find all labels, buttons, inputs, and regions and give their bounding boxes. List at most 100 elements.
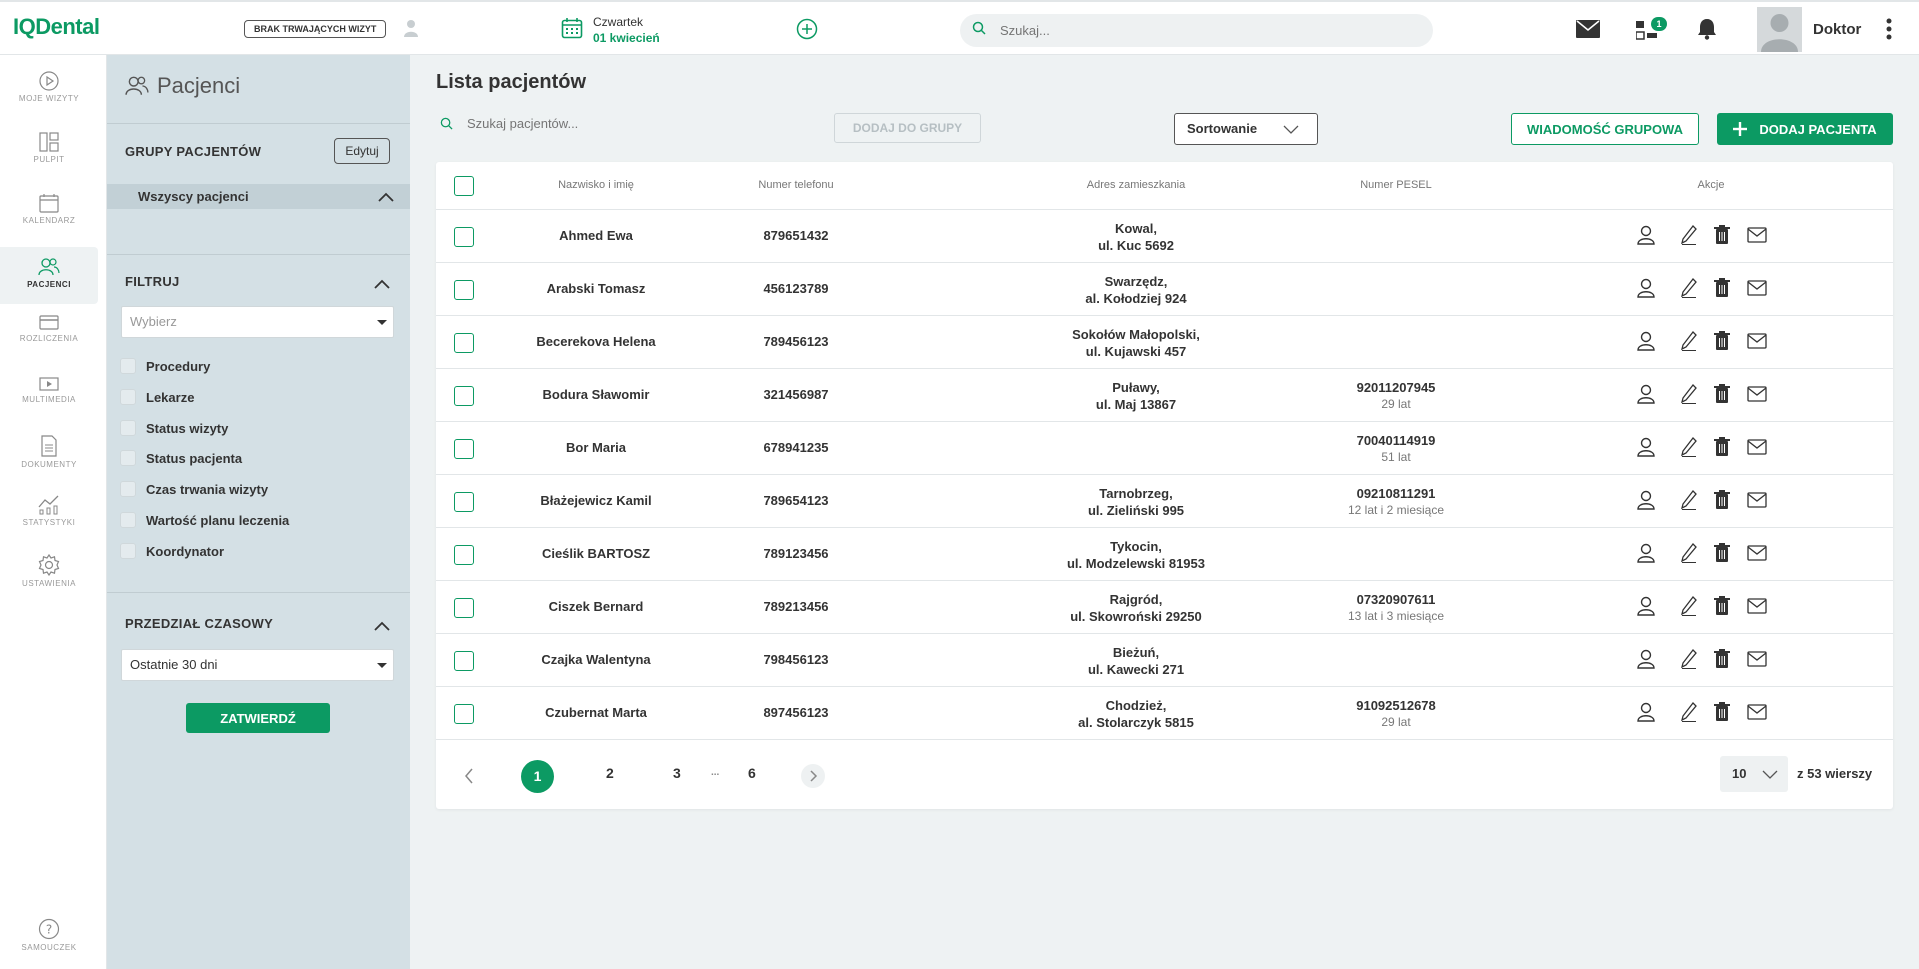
group-all-patients[interactable]: Wszyscy pacjenci (107, 184, 410, 209)
column-header-pesel[interactable]: Numer PESEL (1316, 179, 1476, 191)
patient-name[interactable]: Błażejewicz Kamil (496, 493, 696, 508)
add-visit-icon[interactable] (796, 18, 818, 45)
table-row[interactable]: Błażejewicz Kamil 789654123 Tarnobrzeg, ul.… (436, 475, 1893, 528)
row-checkbox[interactable] (454, 651, 474, 671)
column-header-address[interactable]: Adres zamieszkania (1036, 179, 1236, 191)
edit-pencil-icon[interactable] (1681, 384, 1697, 409)
filter-checkbox[interactable] (120, 512, 136, 528)
delete-trash-icon[interactable] (1714, 702, 1730, 727)
filter-visit-duration[interactable]: Czas trwania wizyty (120, 481, 268, 497)
edit-pencil-icon[interactable] (1681, 543, 1697, 568)
filter-checkbox[interactable] (120, 420, 136, 436)
patient-name[interactable]: Cieślik BARTOSZ (496, 546, 696, 561)
edit-pencil-icon[interactable] (1681, 702, 1697, 727)
patient-profile-icon[interactable] (1636, 702, 1656, 727)
current-date[interactable]: Czwartek 01 kwiecień (561, 14, 660, 46)
table-row[interactable]: Bor Maria 678941235 70040114919 51 lat (436, 422, 1893, 475)
delete-trash-icon[interactable] (1714, 331, 1730, 356)
patient-profile-icon[interactable] (1636, 384, 1656, 409)
group-message-button[interactable]: WIADOMOŚĆ GRUPOWA (1511, 113, 1699, 145)
send-message-icon[interactable] (1747, 386, 1767, 407)
patient-name[interactable]: Becerekova Helena (496, 334, 696, 349)
send-message-icon[interactable] (1747, 439, 1767, 460)
patient-profile-icon[interactable] (1636, 225, 1656, 250)
kebab-menu-icon[interactable] (1886, 18, 1892, 45)
edit-pencil-icon[interactable] (1681, 649, 1697, 674)
chevron-left-icon[interactable] (464, 768, 474, 789)
patient-name[interactable]: Arabski Tomasz (496, 281, 696, 296)
pagination-page-6[interactable]: 6 (748, 765, 756, 781)
edit-pencil-icon[interactable] (1681, 490, 1697, 515)
filter-doctors[interactable]: Lekarze (120, 389, 194, 405)
filter-treatment-plan-value[interactable]: Wartość planu leczenia (120, 512, 289, 528)
chevron-up-icon[interactable] (374, 276, 390, 294)
delete-trash-icon[interactable] (1714, 225, 1730, 250)
filter-coordinator[interactable]: Koordynator (120, 543, 224, 559)
send-message-icon[interactable] (1747, 280, 1767, 301)
filter-checkbox[interactable] (120, 450, 136, 466)
table-row[interactable]: Becerekova Helena 789456123 Sokołów Małopo… (436, 316, 1893, 369)
mail-icon[interactable] (1576, 20, 1600, 43)
nav-billing[interactable]: ROZLICZENIA (0, 315, 98, 365)
delete-trash-icon[interactable] (1714, 384, 1730, 409)
user-name[interactable]: Doktor (1813, 21, 1861, 38)
app-logo[interactable]: IQDental (13, 14, 100, 40)
add-patient-button[interactable]: DODAJ PACJENTA (1717, 113, 1893, 145)
patient-name[interactable]: Bor Maria (496, 440, 696, 455)
row-checkbox[interactable] (454, 704, 474, 724)
patient-profile-icon[interactable] (1636, 596, 1656, 621)
table-row[interactable]: Ciszek Bernard 789213456 Rajgród, ul. Skowr… (436, 581, 1893, 634)
patient-name[interactable]: Ciszek Bernard (496, 599, 696, 614)
edit-pencil-icon[interactable] (1681, 278, 1697, 303)
patient-profile-icon[interactable] (1636, 331, 1656, 356)
chevron-right-icon[interactable] (801, 764, 825, 793)
patient-profile-icon[interactable] (1636, 437, 1656, 462)
nav-my-visits[interactable]: MOJE WIZYTY (0, 71, 98, 121)
send-message-icon[interactable] (1747, 598, 1767, 619)
patient-name[interactable]: Ahmed Ewa (496, 228, 696, 243)
filter-visit-status[interactable]: Status wizyty (120, 420, 228, 436)
send-message-icon[interactable] (1747, 545, 1767, 566)
filter-checkbox[interactable] (120, 481, 136, 497)
table-row[interactable]: Bodura Sławomir 321456987 Puławy, ul. Maj 1… (436, 369, 1893, 422)
chevron-up-icon[interactable] (374, 618, 390, 636)
patient-profile-icon[interactable] (1636, 490, 1656, 515)
avatar[interactable] (1757, 7, 1802, 52)
patient-name[interactable]: Czajka Walentyna (496, 652, 696, 667)
pagination-current-page[interactable]: 1 (521, 760, 554, 798)
row-checkbox[interactable] (454, 386, 474, 406)
add-to-group-button[interactable]: DODAJ DO GRUPY (834, 113, 981, 143)
delete-trash-icon[interactable] (1714, 649, 1730, 674)
send-message-icon[interactable] (1747, 333, 1767, 354)
bell-icon[interactable] (1697, 18, 1717, 45)
nav-statistics[interactable]: STATYSTYKI (0, 495, 98, 545)
send-message-icon[interactable] (1747, 492, 1767, 513)
filter-checkbox[interactable] (120, 389, 136, 405)
nav-calendar[interactable]: KALENDARZ (0, 193, 98, 243)
table-row[interactable]: Cieślik BARTOSZ 789123456 Tykocin, ul. Modz… (436, 528, 1893, 581)
patient-profile-icon[interactable] (1636, 649, 1656, 674)
send-message-icon[interactable] (1747, 704, 1767, 725)
delete-trash-icon[interactable] (1714, 278, 1730, 303)
patient-name[interactable]: Bodura Sławomir (496, 387, 696, 402)
send-message-icon[interactable] (1747, 651, 1767, 672)
row-checkbox[interactable] (454, 545, 474, 565)
filter-select[interactable]: Wybierz (121, 306, 394, 338)
nav-dashboard[interactable]: PULPIT (0, 132, 98, 182)
confirm-filters-button[interactable]: ZATWIERDŹ (186, 703, 330, 733)
delete-trash-icon[interactable] (1714, 596, 1730, 621)
edit-pencil-icon[interactable] (1681, 331, 1697, 356)
time-range-select[interactable]: Ostatnie 30 dni (121, 649, 394, 681)
global-search-input[interactable] (1000, 23, 1400, 38)
table-row[interactable]: Czajka Walentyna 798456123 Bieżuń, ul. Kawe… (436, 634, 1893, 687)
nav-patients[interactable]: PACJENCI (0, 247, 98, 304)
delete-trash-icon[interactable] (1714, 437, 1730, 462)
edit-pencil-icon[interactable] (1681, 596, 1697, 621)
chevron-up-icon[interactable] (378, 192, 394, 202)
edit-pencil-icon[interactable] (1681, 437, 1697, 462)
pagination-page-3[interactable]: 3 (673, 765, 681, 781)
pagination-page-2[interactable]: 2 (606, 765, 614, 781)
rows-per-page-select[interactable]: 10 (1720, 756, 1788, 792)
row-checkbox[interactable] (454, 333, 474, 353)
edit-groups-button[interactable]: Edytuj (334, 138, 390, 164)
